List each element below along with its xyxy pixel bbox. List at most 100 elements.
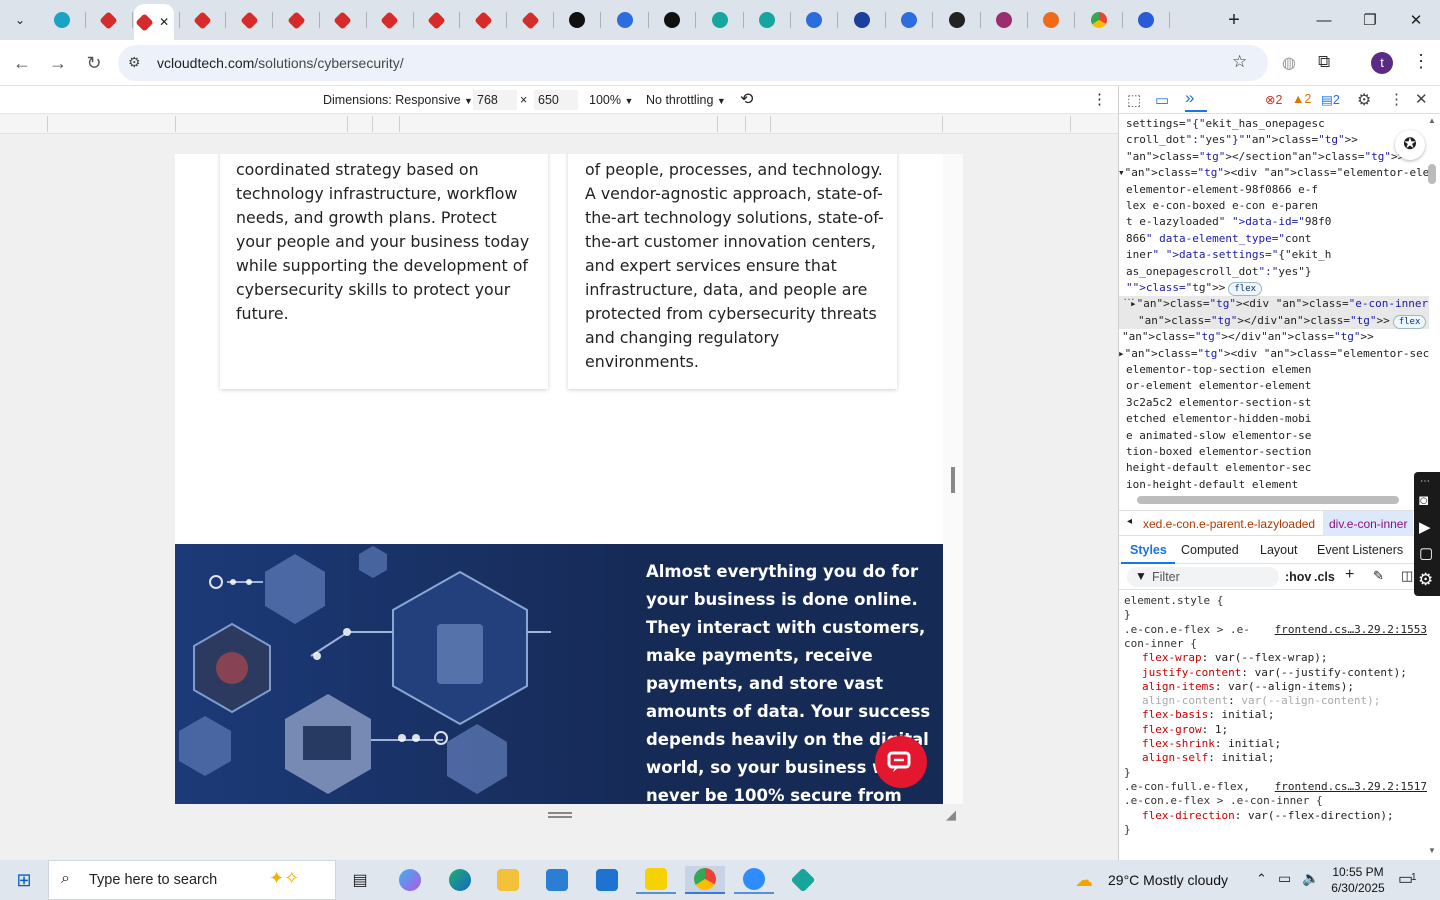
css-selector-line[interactable]: con-inner {: [1124, 637, 1197, 651]
browser-tab[interactable]: [887, 6, 931, 34]
dom-node-line[interactable]: ▾"an">class="tg"><div "an">class="elemen…: [1119, 165, 1429, 181]
tab-search-button[interactable]: ⌄: [0, 6, 40, 34]
warnings-badge[interactable]: ▲2: [1292, 92, 1311, 106]
css-declaration[interactable]: align-self: initial;: [1142, 751, 1274, 765]
device-toggle-icon[interactable]: ▭: [1155, 91, 1169, 109]
css-selector-line[interactable]: .e-con.e-flex > .e-con-inner {: [1124, 794, 1323, 808]
browser-tab[interactable]: [650, 6, 694, 34]
css-source-link[interactable]: frontend.cs…3.29.2:1517: [1275, 780, 1427, 794]
chat-button[interactable]: [875, 736, 927, 788]
taskbar-search-box[interactable]: ⌕ Type here to search ✦✧: [48, 860, 336, 900]
chevron-up-icon[interactable]: ⌃: [1256, 871, 1267, 887]
dom-node-line[interactable]: settings="{"ekit_has_onepagesc: [1126, 116, 1325, 132]
store-button[interactable]: [537, 866, 577, 894]
cls-toggle[interactable]: .cls: [1314, 570, 1335, 584]
profile-avatar[interactable]: t: [1371, 52, 1393, 74]
dom-vertical-scrollbar[interactable]: [1428, 164, 1436, 184]
settings-gear-icon[interactable]: ⚙: [1357, 90, 1371, 110]
restore-button[interactable]: ❐: [1350, 6, 1390, 34]
media-query-ruler[interactable]: [0, 114, 1118, 134]
dom-node-line[interactable]: elementor-element-98f0866 e-f: [1126, 182, 1318, 198]
pin-icon[interactable]: ⋯: [1420, 476, 1430, 487]
dom-node-line[interactable]: ▸"an">class="tg"><div "an">class="e-con-…: [1119, 296, 1429, 313]
dom-node-line[interactable]: etched elementor-hidden-mobi: [1126, 411, 1311, 427]
dom-node-line[interactable]: e animated-slow elementor-se: [1126, 428, 1311, 444]
dom-node-line[interactable]: "an">class="tg"></div"an">class="tg">> fl…: [1119, 312, 1429, 330]
css-declaration[interactable]: flex-wrap: var(--flex-wrap);: [1142, 651, 1327, 665]
css-declaration[interactable]: align-content: var(--align-content);: [1142, 694, 1380, 708]
browser-tab[interactable]: [321, 6, 365, 34]
dom-node-line[interactable]: iner" ">data-settings="{"ekit_h: [1126, 247, 1331, 263]
accessibility-icon[interactable]: ✪: [1395, 130, 1425, 160]
minimize-button[interactable]: —: [1304, 6, 1344, 34]
dom-node-line[interactable]: "an">class="tg"></div"an">class="tg">>: [1122, 329, 1374, 345]
tab-event-listeners[interactable]: Event Listeners: [1317, 543, 1403, 557]
network-icon[interactable]: ▭: [1278, 870, 1291, 887]
url-text[interactable]: vcloudtech.com/solutions/cybersecurity/: [157, 55, 404, 71]
dom-node-line[interactable]: or-element elementor-element: [1126, 378, 1311, 394]
browser-tab[interactable]: [792, 6, 836, 34]
browser-tab[interactable]: [274, 6, 318, 34]
width-input[interactable]: 768: [473, 90, 517, 110]
throttling-dropdown[interactable]: No throttling ▼: [646, 93, 726, 107]
css-selector-line[interactable]: }: [1124, 608, 1131, 622]
scroll-up-icon[interactable]: ▲: [1428, 116, 1436, 125]
issues-badge[interactable]: ▤2: [1321, 92, 1340, 107]
browser-tab[interactable]: [603, 6, 647, 34]
browser-tab[interactable]: [227, 6, 271, 34]
device-options-icon[interactable]: ⋮: [1092, 90, 1107, 108]
forward-button[interactable]: →: [44, 50, 72, 76]
breadcrumb-back-icon[interactable]: ◂: [1127, 516, 1132, 527]
browser-tab[interactable]: [745, 6, 789, 34]
browser-tab[interactable]: [180, 6, 224, 34]
dom-node-line[interactable]: lex e-con-boxed e-con e-paren: [1126, 198, 1318, 214]
dom-node-line[interactable]: "">class="tg">> flex: [1126, 280, 1263, 296]
globe-icon[interactable]: ◍: [1282, 53, 1296, 73]
star-icon[interactable]: ☆: [1232, 52, 1247, 72]
resize-handle-right[interactable]: [951, 467, 955, 493]
hov-toggle[interactable]: :hov: [1285, 570, 1311, 584]
flex-badge[interactable]: flex: [1392, 314, 1427, 329]
edge-button[interactable]: [440, 866, 480, 894]
css-selector-line[interactable]: }: [1124, 766, 1131, 780]
browser-tab[interactable]: [414, 6, 458, 34]
browser-tab[interactable]: [840, 6, 884, 34]
dom-node-line[interactable]: "an">class="tg"></section"an">class="tg"…: [1126, 149, 1404, 165]
dom-node-line[interactable]: height-default elementor-sec: [1126, 460, 1311, 476]
dom-node-line[interactable]: as_onepagescroll_dot":"yes"}: [1126, 264, 1311, 280]
styles-rules[interactable]: element.style {} .e-con.e-flex > .e-front…: [1119, 592, 1429, 860]
new-style-rule-icon[interactable]: +: [1345, 566, 1354, 584]
dom-node-line[interactable]: 3c2a5c2 elementor-section-st: [1126, 395, 1311, 411]
camera-icon[interactable]: ◙: [1419, 492, 1428, 509]
close-window-button[interactable]: ✕: [1396, 6, 1436, 34]
dom-horizontal-scrollbar[interactable]: [1137, 496, 1399, 504]
dom-node-line[interactable]: ion-height-default element: [1126, 477, 1298, 493]
css-declaration[interactable]: justify-content: var(--justify-content);: [1142, 666, 1407, 680]
chrome-button[interactable]: [685, 866, 725, 894]
menu-kebab-icon[interactable]: ⋮: [1412, 51, 1430, 72]
errors-badge[interactable]: ⊗2: [1265, 92, 1282, 107]
back-button[interactable]: ←: [8, 50, 36, 76]
system-clock[interactable]: 10:55 PM 6/30/2025: [1318, 864, 1398, 896]
dom-node-line[interactable]: croll_dot":"yes"}""an">class="tg">>: [1126, 132, 1358, 148]
emulated-page[interactable]: coordinated strategy based on technology…: [175, 154, 943, 804]
browser-tab[interactable]: [461, 6, 505, 34]
browser-tab[interactable]: [982, 6, 1026, 34]
inspect-element-icon[interactable]: ⬚: [1127, 91, 1141, 109]
more-tabs-icon[interactable]: »: [1185, 88, 1207, 112]
gear-icon[interactable]: ⚙: [1418, 570, 1433, 590]
css-declaration[interactable]: align-items: var(--align-items);: [1142, 680, 1354, 694]
elements-dom-tree[interactable]: settings="{"ekit_has_onepagesc croll_dot"…: [1119, 114, 1429, 494]
resize-handle-bottom[interactable]: [548, 812, 572, 818]
zoom-dropdown[interactable]: 100% ▼: [589, 93, 633, 107]
css-declaration[interactable]: flex-direction: var(--flex-direction);: [1142, 809, 1394, 823]
close-tab-icon[interactable]: ✕: [159, 15, 169, 29]
address-bar[interactable]: ⚙ vcloudtech.com/solutions/cybersecurity…: [118, 45, 1268, 81]
browser-tab[interactable]: [368, 6, 412, 34]
weather-text[interactable]: 29°C Mostly cloudy: [1108, 872, 1228, 888]
scroll-down-icon[interactable]: ▼: [1428, 846, 1436, 855]
reload-button[interactable]: ↻: [80, 50, 108, 76]
browser-tab[interactable]: ✕: [133, 4, 174, 40]
rotate-icon[interactable]: ⟲: [740, 89, 753, 109]
tab-computed[interactable]: Computed: [1181, 543, 1239, 557]
